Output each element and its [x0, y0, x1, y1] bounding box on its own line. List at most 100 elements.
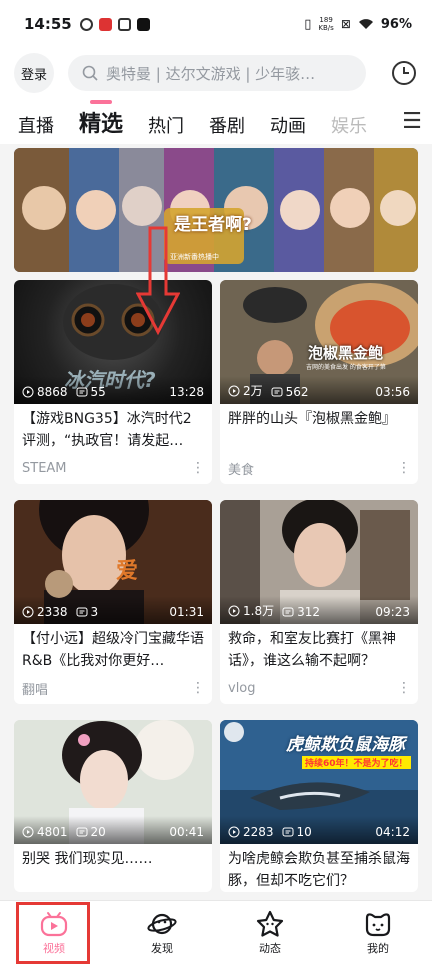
video-thumbnail[interactable]: 冰汽时代? 8868 55 13:28 — [14, 280, 212, 404]
search-icon — [82, 65, 98, 81]
svg-text:爱: 爱 — [116, 559, 138, 584]
planet-icon — [147, 913, 177, 934]
video-thumbnail[interactable]: 4801 20 00:41 — [14, 720, 212, 844]
search-bar[interactable]: 奥特曼 | 达尔文游戏 | 少年骇… — [68, 55, 366, 91]
comment-count: 3 — [76, 605, 98, 619]
video-meta: 美食 ⋮ — [220, 452, 418, 484]
nav-me[interactable]: 我的 — [324, 901, 432, 964]
vibrate-icon: ▯ — [304, 16, 312, 32]
tab-featured[interactable]: 精选 — [79, 106, 123, 138]
network-speed: 189 KB/s — [318, 16, 334, 32]
video-stats: 8868 55 13:28 — [14, 376, 212, 404]
search-placeholder: 奥特曼 | 达尔文游戏 | 少年骇… — [106, 64, 316, 83]
more-options-icon[interactable]: ⋮ — [397, 460, 411, 476]
nav-dynamic-label: 动态 — [259, 941, 281, 955]
video-meta: 翻唱 ⋮ — [14, 672, 212, 704]
play-count: 8868 — [22, 385, 68, 399]
thumbnail-subtext: 吉网的美食出发 的食客开了第 — [306, 364, 386, 371]
more-options-icon[interactable]: ⋮ — [191, 460, 205, 476]
video-thumbnail[interactable]: 1.8万 312 09:23 — [220, 500, 418, 624]
video-duration: 03:56 — [375, 385, 410, 399]
video-thumbnail[interactable]: 泡椒黑金鲍 吉网的美食出发 的食客开了第 2万 562 03:56 — [220, 280, 418, 404]
comment-icon — [76, 827, 88, 837]
video-title[interactable]: 为啥虎鲸会欺负甚至捕杀鼠海豚，但却不吃它们？ — [220, 848, 418, 892]
video-duration: 01:31 — [169, 605, 204, 619]
thumbnail-text: 虎鲸欺负鼠海豚 — [286, 735, 405, 755]
hamburger-menu-icon[interactable]: ☰ — [392, 98, 432, 144]
tab-entertainment[interactable]: 娱乐 — [331, 112, 367, 138]
video-tag[interactable]: 美食 — [228, 459, 254, 478]
comment-count: 55 — [76, 385, 106, 399]
thumbnail-subtext: 持续60年！不是为了吃！ — [302, 756, 411, 769]
promo-banner[interactable]: 是王者啊? 亚洲新番热播中 — [14, 148, 418, 272]
wifi-icon — [358, 19, 373, 29]
video-stats: 4801 20 00:41 — [14, 816, 212, 844]
history-clock-icon[interactable] — [390, 59, 418, 87]
status-time: 14:55 — [24, 15, 72, 33]
video-stats: 2万 562 03:56 — [220, 376, 418, 404]
video-tag[interactable]: 翻唱 — [22, 679, 48, 698]
video-card[interactable]: 1.8万 312 09:23 救命，和室友比赛打《黑神话》，谁这么输不起啊？ v… — [220, 500, 418, 704]
channel-tabs: 直播 精选 热门 番剧 动画 娱乐 ☰ — [0, 98, 432, 144]
video-thumbnail[interactable]: 虎鲸欺负鼠海豚 持续60年！不是为了吃！ 2283 10 04:12 — [220, 720, 418, 844]
comment-icon — [76, 387, 88, 397]
video-duration: 09:23 — [375, 605, 410, 619]
video-card[interactable]: 爱 2338 3 01:31 【付小远】超级冷门宝藏华语R&B《比我对你更好… … — [14, 500, 212, 704]
comment-count: 20 — [76, 825, 106, 839]
login-button[interactable]: 登录 — [14, 53, 54, 93]
play-count: 2万 — [228, 382, 263, 399]
video-thumbnail[interactable]: 爱 2338 3 01:31 — [14, 500, 212, 624]
video-title[interactable]: 救命，和室友比赛打《黑神话》，谁这么输不起啊？ — [220, 628, 418, 672]
comment-icon — [282, 827, 294, 837]
annotation-arrow — [136, 226, 180, 336]
video-title[interactable]: 【付小远】超级冷门宝藏华语R&B《比我对你更好… — [14, 628, 212, 672]
thumbnail-text: 泡椒黑金鲍 — [308, 344, 384, 362]
video-title[interactable]: 别哭 我们现实见…… — [14, 848, 212, 892]
app-notification-icon — [98, 17, 112, 31]
video-duration: 00:41 — [169, 825, 204, 839]
video-title[interactable]: 【游戏BNG35】冰汽时代2评测，“执政官！请发起… — [14, 408, 212, 452]
video-tag[interactable]: STEAM — [22, 461, 67, 476]
play-count: 1.8万 — [228, 602, 274, 619]
banner-caption: 是王者啊? — [174, 215, 252, 235]
play-icon — [228, 605, 240, 616]
play-count: 2283 — [228, 825, 274, 839]
notification-icons — [79, 17, 150, 31]
sim-off-icon: ⊠ — [340, 17, 351, 31]
play-icon — [22, 826, 34, 838]
tab-hot[interactable]: 热门 — [148, 112, 184, 138]
nav-me-label: 我的 — [367, 941, 389, 955]
comment-icon — [271, 387, 283, 397]
video-meta: vlog ⋮ — [220, 672, 418, 704]
top-header: 登录 奥特曼 | 达尔文游戏 | 少年骇… — [0, 48, 432, 98]
video-stats: 2283 10 04:12 — [220, 816, 418, 844]
play-count: 2338 — [22, 605, 68, 619]
more-options-icon[interactable]: ⋮ — [397, 680, 411, 696]
more-options-icon[interactable]: ⋮ — [191, 680, 205, 696]
video-card[interactable]: 冰汽时代? 8868 55 13:28 【游戏BNG35】冰汽时代2评测，“执政… — [14, 280, 212, 484]
nav-discover[interactable]: 发现 — [108, 901, 216, 964]
play-icon — [228, 826, 240, 838]
app-notification-icon — [117, 17, 131, 31]
app-notification-icon — [79, 17, 93, 31]
battery-level: 96% — [380, 16, 412, 32]
video-feed: 是王者啊? 亚洲新番热播中 冰汽时代? 8868 55 13:28 【游戏BNG… — [0, 144, 432, 900]
video-stats: 1.8万 312 09:23 — [220, 596, 418, 624]
play-icon — [22, 386, 34, 398]
nav-dynamic[interactable]: 动态 — [216, 901, 324, 964]
video-card[interactable]: 虎鲸欺负鼠海豚 持续60年！不是为了吃！ 2283 10 04:12 为啥虎鲸会… — [220, 720, 418, 892]
comment-count: 10 — [282, 825, 312, 839]
status-bar: 14:55 ▯ 189 KB/s ⊠ 96% — [0, 0, 432, 48]
tiktok-icon — [136, 17, 150, 31]
video-card[interactable]: 4801 20 00:41 别哭 我们现实见…… — [14, 720, 212, 892]
tab-live[interactable]: 直播 — [18, 112, 54, 138]
tab-animation[interactable]: 动画 — [270, 112, 306, 138]
video-card[interactable]: 泡椒黑金鲍 吉网的美食出发 的食客开了第 2万 562 03:56 胖胖的山头『… — [220, 280, 418, 484]
tab-anime-series[interactable]: 番剧 — [209, 112, 245, 138]
video-duration: 13:28 — [169, 385, 204, 399]
video-title[interactable]: 胖胖的山头『泡椒黑金鲍』 — [220, 408, 418, 452]
video-stats: 2338 3 01:31 — [14, 596, 212, 624]
play-count: 4801 — [22, 825, 68, 839]
video-tag[interactable]: vlog — [228, 681, 256, 696]
nav-discover-label: 发现 — [151, 941, 173, 955]
